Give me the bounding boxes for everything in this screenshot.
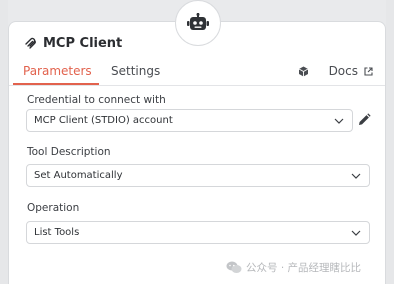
credential-value: MCP Client (STDIO) account	[34, 115, 173, 126]
operation-value: List Tools	[34, 227, 80, 238]
mcp-logo-icon	[25, 37, 36, 49]
credential-label: Credential to connect with	[27, 94, 166, 106]
credential-select[interactable]: MCP Client (STDIO) account	[26, 109, 353, 132]
node-header: MCP Client	[24, 36, 122, 51]
docs-link[interactable]: Docs	[329, 64, 358, 78]
node-type-badge	[175, 0, 221, 46]
tool-description-label: Tool Description	[27, 146, 111, 158]
operation-select[interactable]: List Tools	[26, 221, 370, 244]
operation-label: Operation	[27, 202, 80, 214]
pencil-icon[interactable]	[357, 113, 371, 127]
cube-icon[interactable]	[298, 66, 309, 77]
external-link-icon[interactable]	[364, 66, 373, 76]
ndv-page: MCP Client Parameters Settings Docs Cred…	[0, 0, 394, 284]
docs-link-group: Docs	[298, 64, 373, 78]
node-title: MCP Client	[43, 36, 123, 51]
canvas-background-left	[0, 0, 8, 284]
chevron-down-icon	[351, 173, 361, 179]
tool-description-select[interactable]: Set Automatically	[26, 164, 370, 187]
active-tab-indicator	[13, 83, 99, 85]
watermark: 公众号 · 产品经理瞎比比	[226, 260, 361, 275]
tab-parameters[interactable]: Parameters	[23, 64, 92, 78]
tab-settings[interactable]: Settings	[111, 64, 160, 78]
tab-bar: Parameters Settings Docs	[9, 60, 385, 86]
robot-icon	[187, 13, 209, 30]
chevron-down-icon	[351, 230, 361, 236]
wechat-icon	[226, 261, 242, 273]
watermark-text: 公众号 · 产品经理瞎比比	[246, 262, 362, 274]
chevron-down-icon	[334, 118, 344, 124]
canvas-background-right	[386, 0, 394, 284]
tool-description-value: Set Automatically	[34, 170, 123, 181]
